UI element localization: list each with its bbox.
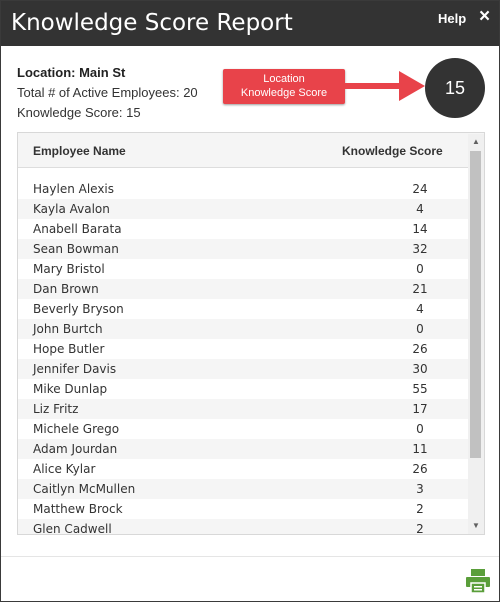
- employee-name-cell: Dan Brown: [33, 282, 99, 296]
- employee-name-cell: Kayla Avalon: [33, 202, 110, 216]
- annotation-callout: Location Knowledge Score: [223, 69, 345, 104]
- employee-name-cell: Adam Jourdan: [33, 442, 118, 456]
- employee-name-cell: John Burtch: [33, 322, 103, 336]
- employee-name-cell: Glen Cadwell: [33, 522, 112, 535]
- table-row: Anabell Barata 14: [18, 219, 468, 239]
- dialog-title: Knowledge Score Report: [11, 10, 293, 36]
- table-row: Beverly Bryson 4: [18, 299, 468, 319]
- knowledge-score-cell: 32: [412, 242, 428, 256]
- employee-name-cell: Jennifer Davis: [33, 362, 117, 376]
- table-row: Dan Brown 21: [18, 279, 468, 299]
- knowledge-score-cell: 11: [412, 442, 428, 456]
- table-row: Mike Dunlap 55: [18, 379, 468, 399]
- column-header-knowledge-score[interactable]: Knowledge Score: [342, 144, 443, 158]
- table-row: Alice Kylar 26: [18, 459, 468, 479]
- table-row: John Burtch 0: [18, 319, 468, 339]
- table-row: Liz Fritz 17: [18, 399, 468, 419]
- scroll-up-icon[interactable]: ▲: [468, 134, 484, 150]
- table-row: Matthew Brock 2: [18, 499, 468, 519]
- knowledge-score-cell: 21: [412, 282, 428, 296]
- employee-name-cell: Michele Grego: [33, 422, 120, 436]
- table-row: Kayla Avalon 4: [18, 199, 468, 219]
- employee-name-cell: Caitlyn McMullen: [33, 482, 136, 496]
- employee-name-cell: Sean Bowman: [33, 242, 119, 256]
- dialog-titlebar: Knowledge Score Report Help ×: [1, 1, 499, 46]
- knowledge-score-cell: 17: [412, 402, 428, 416]
- table-row: Mary Bristol 0: [18, 259, 468, 279]
- annotation-line-1: Location: [263, 73, 305, 85]
- column-header-employee-name[interactable]: Employee Name: [33, 144, 126, 158]
- knowledge-score-cell: 14: [412, 222, 428, 236]
- knowledge-score-cell: 3: [416, 482, 424, 496]
- footer-divider: [1, 556, 499, 557]
- employee-name-cell: Hope Butler: [33, 342, 105, 356]
- knowledge-score-cell: 26: [412, 462, 428, 476]
- scroll-down-icon[interactable]: ▼: [468, 518, 484, 534]
- knowledge-score-cell: 2: [416, 502, 424, 516]
- knowledge-score-cell: 55: [412, 382, 428, 396]
- location-summary: Location: Main St Total # of Active Empl…: [17, 63, 198, 123]
- total-employees: Total # of Active Employees: 20: [17, 85, 198, 100]
- table-header: Employee Name Knowledge Score: [18, 133, 484, 168]
- table-row: Michele Grego 0: [18, 419, 468, 439]
- scrollbar-thumb[interactable]: [470, 151, 481, 458]
- printer-icon[interactable]: [465, 568, 491, 594]
- table-row: Haylen Alexis 24: [18, 179, 468, 199]
- employee-name-cell: Mary Bristol: [33, 262, 105, 276]
- table-row: Sean Bowman 32: [18, 239, 468, 259]
- location-name: Location: Main St: [17, 65, 126, 80]
- knowledge-score-cell: 26: [412, 342, 428, 356]
- employee-name-cell: Alice Kylar: [33, 462, 96, 476]
- employee-name-cell: Liz Fritz: [33, 402, 79, 416]
- knowledge-score-cell: 4: [416, 302, 424, 316]
- knowledge-score-cell: 2: [416, 522, 424, 535]
- table-scrollbar[interactable]: ▲ ▼: [468, 134, 484, 534]
- table-row: Adam Jourdan 11: [18, 439, 468, 459]
- employee-name-cell: Anabell Barata: [33, 222, 122, 236]
- knowledge-score-cell: 30: [412, 362, 428, 376]
- knowledge-score-cell: 0: [416, 322, 424, 336]
- knowledge-score-cell: 24: [412, 182, 428, 196]
- employee-score-table: Employee Name Knowledge Score Haylen Ale…: [17, 132, 485, 535]
- table-row: Jennifer Davis 30: [18, 359, 468, 379]
- employee-name-cell: Haylen Alexis: [33, 182, 115, 196]
- knowledge-score-cell: 0: [416, 262, 424, 276]
- close-icon[interactable]: ×: [479, 7, 490, 26]
- annotation-arrow-icon: [341, 71, 425, 101]
- table-row: Hope Butler 26: [18, 339, 468, 359]
- help-link[interactable]: Help: [438, 11, 466, 26]
- employee-name-cell: Matthew Brock: [33, 502, 123, 516]
- table-row: Glen Cadwell 2: [18, 519, 468, 535]
- table-body: Haylen Alexis 24 Kayla Avalon 4 Anabell Bara…: [18, 179, 468, 535]
- employee-name-cell: Mike Dunlap: [33, 382, 108, 396]
- knowledge-score-dialog: Knowledge Score Report Help × Location: …: [0, 0, 500, 602]
- table-row: Caitlyn McMullen 3: [18, 479, 468, 499]
- employee-name-cell: Beverly Bryson: [33, 302, 124, 316]
- knowledge-score-cell: 0: [416, 422, 424, 436]
- knowledge-score-cell: 4: [416, 202, 424, 216]
- location-score-badge: 15: [425, 58, 485, 118]
- knowledge-score-summary: Knowledge Score: 15: [17, 105, 141, 120]
- annotation-line-2: Knowledge Score: [240, 87, 328, 99]
